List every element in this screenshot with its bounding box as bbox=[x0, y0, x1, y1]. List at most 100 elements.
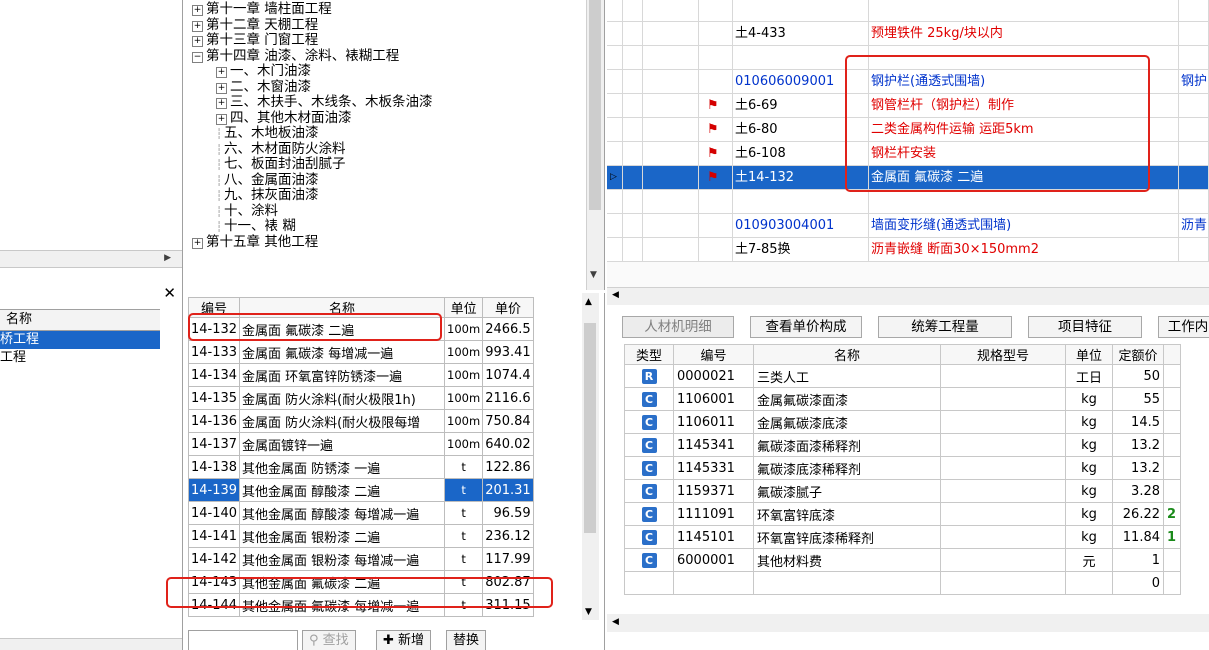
tab-overall-quantity[interactable]: 统筹工程量 bbox=[878, 316, 1012, 338]
tree-node[interactable]: + 二、木窗油漆 bbox=[216, 79, 311, 95]
table-row[interactable]: 14-137 金属面镀锌一遍 100m 640.02 bbox=[187, 432, 534, 456]
table-row[interactable]: 14-133 金属面 氟碳漆 每增减一遍 100m 993.41 bbox=[187, 340, 534, 364]
table-row[interactable]: 14-140 其他金属面 醇酸漆 每增减一遍 t 96.59 bbox=[187, 501, 534, 525]
table-row[interactable]: 010606009001 钢护栏(通透式围墙) 钢护 bbox=[607, 70, 1209, 94]
table-row[interactable]: ⚑ 土6-69 钢管栏杆（钢护栏）制作 bbox=[607, 94, 1209, 118]
table-row[interactable]: R 0000021 三类人工 工日 50 bbox=[624, 364, 1181, 388]
scroll-left-arrow-icon[interactable]: ◀ bbox=[612, 290, 619, 300]
tab-work-content[interactable]: 工作内 bbox=[1158, 316, 1209, 338]
expand-icon[interactable]: + bbox=[192, 20, 203, 32]
expand-icon[interactable]: + bbox=[216, 82, 227, 94]
table-row[interactable]: C 6000001 其他材料费 元 1 bbox=[624, 548, 1181, 572]
cell-name: 金属面 氟碳漆 每增减一遍 bbox=[239, 340, 446, 364]
table-row[interactable]: 14-144 其他金属面 氟碳漆 每增减一遍 t 311.15 bbox=[187, 593, 534, 617]
quota-search-input[interactable] bbox=[188, 630, 298, 650]
close-icon[interactable]: ✕ bbox=[163, 284, 176, 302]
table-row[interactable]: 14-136 金属面 防火涂料(耐火极限每增 100m 750.84 bbox=[187, 409, 534, 433]
column-header-spec[interactable]: 规格型号 bbox=[940, 344, 1066, 365]
table-row[interactable]: ▷ ⚑ 土14-132 金属面 氟碳漆 二遍 bbox=[607, 166, 1209, 190]
tree-node[interactable]: + 第十五章 其他工程 bbox=[192, 234, 318, 250]
tree-node[interactable]: + 第十三章 门窗工程 bbox=[192, 33, 318, 48]
table-row[interactable]: ⚑ 土6-108 钢栏杆安装 bbox=[607, 142, 1209, 166]
column-header-name[interactable]: 名称 bbox=[239, 297, 446, 318]
search-button[interactable]: ⚲ 查找 bbox=[302, 630, 356, 650]
table-row[interactable]: C 1106011 金属氟碳漆底漆 kg 14.5 bbox=[624, 410, 1181, 434]
scroll-left-arrow-icon[interactable]: ◀ bbox=[612, 617, 619, 627]
table-row[interactable]: 14-143 其他金属面 氟碳漆 二遍 t 802.87 bbox=[187, 570, 534, 594]
cell-price: 2466.5 bbox=[482, 317, 534, 341]
table-row[interactable]: C 1145331 氟碳漆底漆稀释剂 kg 13.2 bbox=[624, 456, 1181, 480]
detail-horizontal-scrollbar[interactable]: ◀ bbox=[607, 614, 1209, 632]
column-header-name[interactable]: 名称 bbox=[753, 344, 941, 365]
table-row[interactable]: C 1106001 金属氟碳漆面漆 kg 55 bbox=[624, 387, 1181, 411]
table-row[interactable]: C 1111091 环氧富锌底漆 kg 26.22 2 bbox=[624, 502, 1181, 526]
cell-blank bbox=[623, 142, 643, 166]
scroll-down-arrow-icon[interactable]: ▼ bbox=[590, 270, 597, 280]
table-row[interactable]: 14-135 金属面 防火涂料(耐火极限1h) 100m 2116.6 bbox=[187, 386, 534, 410]
table-row[interactable]: 010903004001 墙面变形缝(通透式围墙) 沥青 bbox=[607, 214, 1209, 238]
table-row[interactable]: 14-134 金属面 环氧富锌防锈漆一遍 100m 1074.4 bbox=[187, 363, 534, 387]
tree-node[interactable]: + 第十一章 墙柱面工程 bbox=[192, 2, 332, 17]
tab-project-features[interactable]: 项目特征 bbox=[1028, 316, 1142, 338]
table-header-row: 编号 名称 单位 单价 bbox=[187, 297, 534, 318]
table-row[interactable]: C 1145101 环氧富锌底漆稀释剂 kg 11.84 1 bbox=[624, 525, 1181, 549]
table-row[interactable]: 土7-85换 沥青嵌缝 断面30×150mm2 bbox=[607, 238, 1209, 262]
table-row[interactable]: 14-139 其他金属面 醇酸漆 二遍 t 201.31 bbox=[187, 478, 534, 502]
table-row[interactable]: 14-132 金属面 氟碳漆 二遍 100m 2466.5 bbox=[187, 317, 534, 341]
expand-icon[interactable]: + bbox=[192, 5, 203, 16]
scrollbar-thumb[interactable] bbox=[589, 0, 601, 210]
tree-node[interactable]: + 三、木扶手、木线条、木板条油漆 bbox=[216, 95, 433, 110]
column-header-unit[interactable]: 单位 bbox=[444, 297, 484, 318]
add-button[interactable]: ✚ 新增 bbox=[376, 630, 432, 650]
replace-button[interactable]: 替换 bbox=[446, 630, 487, 650]
expand-icon[interactable]: + bbox=[192, 237, 203, 249]
cell-extra bbox=[1163, 387, 1181, 411]
table-row[interactable]: ⚑ 土6-80 二类金属构件运输 运距5km bbox=[607, 118, 1209, 142]
tab-unit-price-composition[interactable]: 查看单价构成 bbox=[750, 316, 862, 338]
tab-labor-material-machine[interactable]: 人材机明细 bbox=[622, 316, 734, 338]
expand-icon[interactable]: + bbox=[192, 36, 203, 47]
expand-icon[interactable]: + bbox=[216, 98, 227, 109]
tree-node[interactable]: + 四、其他木材面油漆 bbox=[216, 110, 352, 126]
scroll-right-arrow-icon[interactable]: ▶ bbox=[164, 253, 171, 263]
column-header-quota-price[interactable]: 定额价 bbox=[1112, 344, 1164, 365]
quota-toolbar: ⚲ 查找 ✚ 新增 替换 bbox=[184, 626, 604, 650]
column-header-extra[interactable] bbox=[1163, 344, 1181, 365]
table-row[interactable]: 14-142 其他金属面 银粉漆 每增减一遍 t 117.99 bbox=[187, 547, 534, 571]
column-header-type[interactable]: 类型 bbox=[624, 344, 674, 365]
table-row[interactable]: C 1159371 氟碳漆腻子 kg 3.28 bbox=[624, 479, 1181, 503]
tree-node[interactable]: − 第十四章 油漆、涂料、裱糊工程 bbox=[192, 48, 399, 64]
cell-unit: kg bbox=[1065, 479, 1113, 503]
cell-name: 三类人工 bbox=[753, 364, 941, 388]
tree-vertical-scrollbar[interactable]: ▼ bbox=[586, 0, 604, 290]
tree-node[interactable]: + 第十二章 天棚工程 bbox=[192, 17, 318, 33]
table-row[interactable] bbox=[607, 190, 1209, 214]
scrollbar-thumb[interactable] bbox=[584, 323, 596, 533]
table-row[interactable]: 14-141 其他金属面 银粉漆 二遍 t 236.12 bbox=[187, 524, 534, 548]
column-header-code[interactable]: 编号 bbox=[673, 344, 754, 365]
table-row[interactable]: 0 bbox=[624, 571, 1181, 595]
cell-code: 14-133 bbox=[187, 340, 241, 364]
scroll-up-arrow-icon[interactable]: ▲ bbox=[585, 297, 592, 307]
left-horizontal-scrollbar[interactable]: ▶ bbox=[0, 250, 182, 268]
collapse-icon[interactable]: − bbox=[192, 51, 203, 63]
column-header-code[interactable]: 编号 bbox=[187, 297, 241, 318]
cell-unit: t bbox=[444, 570, 484, 594]
expand-icon[interactable]: + bbox=[216, 113, 227, 125]
table-row[interactable] bbox=[607, 0, 1209, 22]
cell-unit: t bbox=[444, 501, 484, 525]
table-row[interactable]: 土4-433 预埋铁件 25kg/块以内 bbox=[607, 22, 1209, 46]
column-header-price[interactable]: 单价 bbox=[482, 297, 534, 318]
table-row[interactable]: 14-138 其他金属面 防锈漆 一遍 t 122.86 bbox=[187, 455, 534, 479]
expand-icon[interactable]: + bbox=[216, 67, 227, 78]
bill-horizontal-scrollbar[interactable]: ◀ bbox=[607, 287, 1209, 305]
table-row[interactable]: C 1145341 氟碳漆面漆稀释剂 kg 13.2 bbox=[624, 433, 1181, 457]
column-header-unit[interactable]: 单位 bbox=[1065, 344, 1113, 365]
list-item[interactable]: 桥工程 bbox=[0, 331, 160, 349]
quota-vertical-scrollbar[interactable]: ▲ ▼ bbox=[582, 293, 599, 620]
scroll-down-arrow-icon[interactable]: ▼ bbox=[585, 607, 592, 617]
cell-name: 氟碳漆腻子 bbox=[753, 479, 941, 503]
list-item[interactable]: 工程 bbox=[0, 349, 160, 367]
table-row[interactable] bbox=[607, 46, 1209, 70]
tree-node[interactable]: + 一、木门油漆 bbox=[216, 64, 311, 79]
